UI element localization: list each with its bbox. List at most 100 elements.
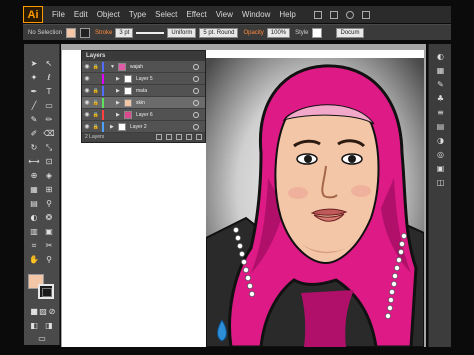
transparency-panel-icon[interactable]: ◑ [435,136,446,145]
magic-wand-tool-icon[interactable]: ✦ [28,72,40,83]
visibility-eye-icon[interactable]: ◉ [82,87,92,94]
target-circle-icon[interactable] [193,111,199,118]
stroke-color-box[interactable] [38,284,54,299]
artboard-tool-icon[interactable]: ▣ [43,226,55,237]
visibility-eye-icon[interactable]: ◉ [82,63,92,70]
blend-tool-icon[interactable]: ◐ [28,212,40,223]
delete-layer-icon[interactable] [196,134,202,140]
expand-arrow-right-icon[interactable]: ▶ [110,124,116,130]
layer-name[interactable]: wajah [130,64,193,70]
gradient-tool-icon[interactable]: ▤ [28,198,40,209]
new-sublayer-icon[interactable] [176,134,182,140]
portrait-artwork[interactable] [206,58,424,347]
document-setup-button[interactable]: Docum [336,27,364,38]
brushes-panel-icon[interactable]: ✎ [435,80,446,89]
lock-icon[interactable]: 🔒 [92,64,100,70]
perspective-grid-tool-icon[interactable]: ▦ [28,184,40,195]
lock-icon[interactable]: 🔒 [92,124,100,130]
menu-edit[interactable]: Edit [74,10,88,19]
hand-tool-icon[interactable]: ✋ [28,254,40,265]
locate-object-icon[interactable] [156,134,162,140]
free-transform-tool-icon[interactable]: ⊡ [43,156,55,167]
workspace-icon[interactable] [361,10,370,19]
lock-icon[interactable]: 🔒 [92,112,100,118]
target-circle-icon[interactable] [193,75,199,82]
draw-behind-icon[interactable]: ◨ [43,320,55,331]
selection-tool-icon[interactable]: ➤ [28,58,40,69]
expand-arrow-right-icon[interactable]: ▶ [116,100,122,106]
lasso-tool-icon[interactable]: ℓ [43,72,55,83]
symbol-sprayer-tool-icon[interactable]: ❂ [43,212,55,223]
eraser-tool-icon[interactable]: ⌫ [43,128,55,139]
fill-color-swatch[interactable] [66,27,77,38]
screen-mode-icon[interactable]: ▭ [36,333,48,344]
menu-help[interactable]: Help [279,10,295,19]
rotate-tool-icon[interactable]: ↻ [28,142,40,153]
appearance-panel-icon[interactable]: ◎ [435,150,446,159]
layer-row[interactable]: ◉ 🔒 ▶ Layer 2 [82,121,205,133]
swatches-panel-icon[interactable]: ▦ [435,66,446,75]
arrange-icon[interactable] [329,10,338,19]
eyedropper-tool-icon[interactable]: ⚲ [43,198,55,209]
color-panel-icon[interactable]: ◐ [435,52,446,61]
make-clipping-mask-icon[interactable] [166,134,172,140]
menu-select[interactable]: Select [155,10,177,19]
zoom-tool-icon[interactable]: ⚲ [43,254,55,265]
paintbrush-tool-icon[interactable]: ✎ [28,114,40,125]
expand-arrow-down-icon[interactable]: ▼ [110,64,116,70]
layer-row[interactable]: ◉ 🔒 ▶ mata [82,85,205,97]
target-circle-icon[interactable] [193,123,199,130]
target-circle-icon[interactable] [193,63,199,70]
layer-row[interactable]: ◉ 🔒 ▶ Layer 6 [82,109,205,121]
menu-object[interactable]: Object [97,10,120,19]
lock-icon[interactable]: 🔒 [92,100,100,106]
menu-file[interactable]: File [52,10,65,19]
bridge-icon[interactable] [313,10,322,19]
width-tool-icon[interactable]: ⟷ [28,156,40,167]
opacity-field[interactable]: 100% [266,27,291,38]
menu-view[interactable]: View [216,10,233,19]
stroke-color-swatch[interactable] [80,27,91,38]
menu-effect[interactable]: Effect [186,10,206,19]
target-circle-icon[interactable] [193,87,199,94]
style-swatch[interactable] [312,27,323,38]
scissors-tool-icon[interactable]: ✂ [43,240,55,251]
expand-arrow-right-icon[interactable]: ▶ [116,88,122,94]
live-paint-tool-icon[interactable]: ◈ [43,170,55,181]
line-tool-icon[interactable]: ╱ [28,100,40,111]
slice-tool-icon[interactable]: ⌗ [28,240,40,251]
shape-builder-tool-icon[interactable]: ⊕ [28,170,40,181]
expand-arrow-right-icon[interactable]: ▶ [116,112,122,118]
layer-name[interactable]: Layer 2 [130,124,193,130]
brush-dropdown[interactable]: 5 pt. Round [199,27,239,38]
stroke-weight-field[interactable]: 3 pt [115,27,134,38]
rectangle-tool-icon[interactable]: ▭ [43,100,55,111]
layer-name[interactable]: skin [136,100,193,106]
visibility-eye-icon[interactable]: ◉ [82,99,92,106]
expand-arrow-right-icon[interactable]: ▶ [116,76,122,82]
visibility-eye-icon[interactable]: ◉ [82,111,92,118]
layers-panel-title[interactable]: Layers [82,51,205,61]
pen-tool-icon[interactable]: ✒ [28,86,40,97]
gradient-panel-icon[interactable]: ▤ [435,122,446,131]
symbols-panel-icon[interactable]: ♣ [435,94,446,103]
visibility-eye-icon[interactable]: ◉ [82,75,92,82]
visibility-eye-icon[interactable]: ◉ [82,123,92,130]
layer-name[interactable]: Layer 5 [136,76,193,82]
scale-tool-icon[interactable]: ⤡ [43,142,55,153]
menu-window[interactable]: Window [242,10,270,19]
menu-type[interactable]: Type [129,10,146,19]
none-mode-icon[interactable]: ⊘ [46,306,58,317]
layer-row-selected[interactable]: ◉ 🔒 ▶ skin [82,97,205,109]
graphic-styles-panel-icon[interactable]: ▣ [435,164,446,173]
type-tool-icon[interactable]: T [43,86,55,97]
opacity-label[interactable]: Opacity [243,30,263,36]
variable-width-dropdown[interactable]: Uniform [167,27,197,38]
stroke-panel-icon[interactable]: ≡ [435,108,446,117]
stroke-label[interactable]: Stroke [95,30,112,36]
layer-row[interactable]: ◉ 🔒 ▼ wajah [82,61,205,73]
layer-name[interactable]: mata [136,88,193,94]
pencil-tool-icon[interactable]: ✏ [43,114,55,125]
layer-name[interactable]: Layer 6 [136,112,193,118]
graph-tool-icon[interactable]: ▥ [28,226,40,237]
